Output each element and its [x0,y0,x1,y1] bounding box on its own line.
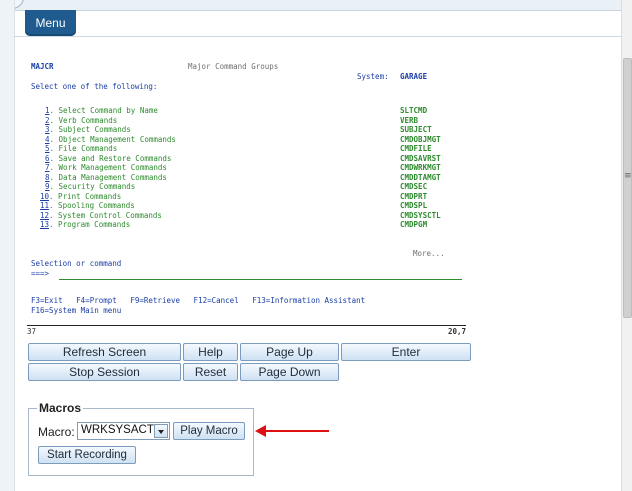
option-command: CMDFILE [400,144,432,153]
option-command: CMDDTAMGT [400,172,441,182]
menu-option[interactable]: 3. Subject Commands [45,125,131,135]
menu-option[interactable]: 4. Object Management Commands [45,135,176,145]
option-command: SUBJECT [400,125,432,134]
status-bar: 37 20,7 [27,325,466,339]
menu-option[interactable]: 13. Program Commands [40,220,130,230]
system-name: GARAGE [400,72,428,81]
function-keys-line-1: F3=Exit F4=Prompt F9=Retrieve F12=Cancel… [31,296,366,305]
macro-select[interactable]: WRKSYSACT [77,422,170,440]
option-number[interactable]: 13 [40,220,49,229]
option-command: CMDPRT [400,191,428,201]
menu-option[interactable]: 10. Print Commands [40,192,121,202]
option-label: . Work Management Commands [49,163,167,172]
option-label: . Spooling Commands [49,201,135,210]
dropdown-arrow-icon[interactable] [154,424,168,438]
header-divider [14,36,622,37]
menu-tab[interactable]: Menu [25,10,76,36]
menu-option[interactable]: 12. System Control Commands [40,211,162,221]
option-label: . Select Command by Name [49,106,158,115]
macro-label: Macro: [38,425,75,439]
stop-session-button[interactable]: Stop Session [28,363,181,381]
selection-arrow: ===> [31,269,50,278]
status-left: 37 [27,327,37,336]
option-label: . File Commands [49,144,118,153]
option-label: . Subject Commands [49,125,131,134]
option-label: . Verb Commands [49,115,118,125]
menu-id: MAJCR [31,62,54,71]
page-down-button[interactable]: Page Down [240,363,339,381]
reset-button[interactable]: Reset [183,363,238,381]
command-input[interactable] [59,279,462,280]
macro-select-value: WRKSYSACT [81,424,154,436]
menu-option[interactable]: 8. Data Management Commands [45,173,167,183]
system-label: System: [357,72,389,81]
red-arrow-icon [255,425,329,437]
option-number[interactable]: 10 [40,192,49,201]
option-command: CMDPGM [400,220,428,229]
option-label: . Object Management Commands [49,134,176,144]
menu-option[interactable]: 7. Work Management Commands [45,163,167,173]
macros-panel [28,408,254,476]
macros-legend: Macros [37,401,84,415]
start-recording-button[interactable]: Start Recording [38,446,136,464]
top-strip [0,0,632,11]
option-command: SLTCMD [400,106,428,115]
refresh-screen-button[interactable]: Refresh Screen [28,343,181,361]
option-command: VERB [400,115,419,125]
menu-option[interactable]: 5. File Commands [45,144,117,154]
selection-label: Selection or command [31,259,122,268]
option-label: . Print Commands [49,191,122,201]
help-button[interactable]: Help [183,343,238,361]
menu-option[interactable]: 2. Verb Commands [45,116,117,126]
option-label: . Program Commands [49,220,131,229]
option-command: CMDOBJMGT [400,134,441,144]
option-command: CMDSPL [400,201,428,210]
option-label: . Save and Restore Commands [49,153,172,163]
option-label: . System Control Commands [49,210,162,220]
scrollbar-grip-icon: ≡ [624,171,632,181]
option-number[interactable]: 12 [40,211,49,220]
more-indicator: More... [413,249,445,258]
menu-option[interactable]: 11. Spooling Commands [40,201,135,211]
menu-option[interactable]: 9. Security Commands [45,182,135,192]
option-command: CMDSYSCTL [400,210,441,220]
left-frame-edge [0,0,15,491]
option-command: CMDWRKMGT [400,163,441,172]
option-label: . Data Management Commands [49,172,167,182]
menu-option[interactable]: 1. Select Command by Name [45,106,158,116]
option-label: . Security Commands [49,182,136,191]
option-command: CMDSEC [400,182,428,191]
scrollbar-thumb[interactable] [623,58,632,318]
option-command: CMDSAVRST [400,153,441,163]
function-keys-line-2: F16=System Main menu [31,306,122,315]
play-macro-button[interactable]: Play Macro [173,422,245,440]
menu-option[interactable]: 6. Save and Restore Commands [45,154,171,164]
screen-title: Major Command Groups [188,62,279,71]
vertical-scrollbar[interactable]: ≡ [621,0,632,491]
page-up-button[interactable]: Page Up [240,343,339,361]
select-prompt: Select one of the following: [31,82,158,91]
option-number[interactable]: 11 [40,201,49,210]
menu-tab-label: Menu [35,16,66,30]
cursor-position: 20,7 [447,327,466,336]
enter-button[interactable]: Enter [341,343,471,361]
